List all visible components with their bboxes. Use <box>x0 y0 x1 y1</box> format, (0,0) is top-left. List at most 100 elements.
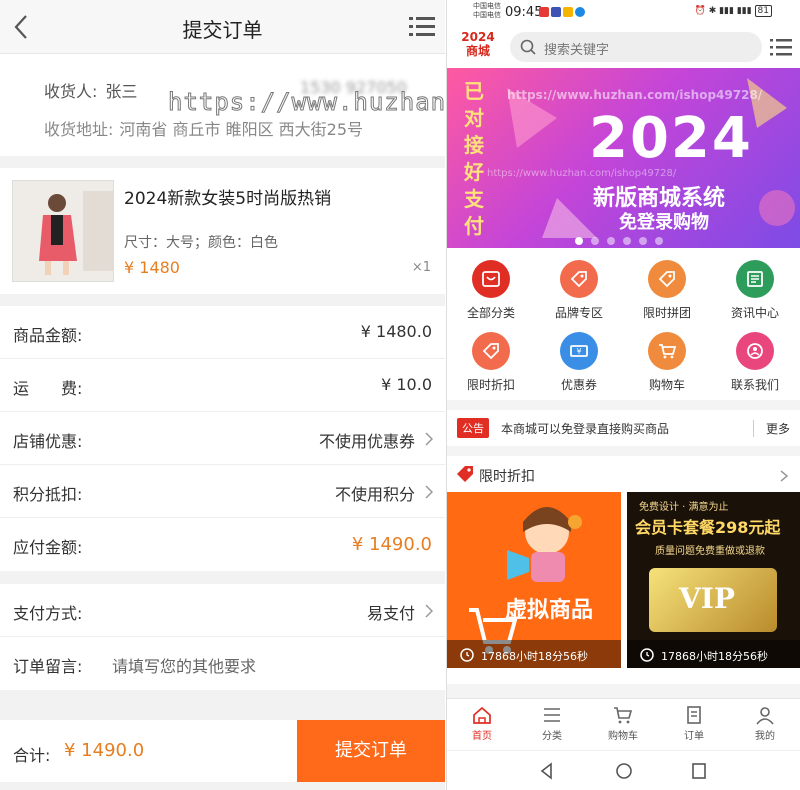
grid-item-cart[interactable]: 购物车 <box>623 332 711 393</box>
countdown-timer: 17868小时18分56秒 <box>627 640 800 668</box>
order-summary: 商品金额: ¥ 1480.0 运 费: ¥ 10.0 店铺优惠: 不使用优惠券 … <box>0 306 445 571</box>
address-value: 河南省 商丘市 睢阳区 西大街25号 <box>119 120 364 139</box>
vip-card-note: 质量问题免费重做或退款 <box>655 546 765 557</box>
coupon-value: 不使用优惠券 <box>318 432 415 451</box>
discount-icon <box>472 332 510 370</box>
product-image <box>12 180 114 282</box>
payment-method: 易支付 <box>366 604 415 623</box>
nav-back-icon[interactable] <box>539 762 555 780</box>
search-icon <box>520 39 536 55</box>
coupon-row[interactable]: 店铺优惠: 不使用优惠券 <box>0 412 445 465</box>
grid-item-all-categories[interactable]: 全部分类 <box>447 260 535 321</box>
promo-banner[interactable]: 已对接好支付 2024 新版商城系统 免登录购物 https://www.huz… <box>447 68 800 248</box>
search-placeholder: 搜索关键字 <box>544 43 610 58</box>
list-icon <box>544 708 560 722</box>
virtual-goods-label: 虚拟商品 <box>505 598 594 623</box>
banner-headline: 2024 <box>589 106 753 171</box>
product-card-vip[interactable]: 免费设计 · 满意为止 会员卡套餐298元起 质量问题免费重做或退款 VIP 1… <box>627 492 800 668</box>
goods-amount-row: 商品金额: ¥ 1480.0 <box>0 306 445 359</box>
banner-watermark: https://www.huzhan.com/ishop49728/ <box>507 88 763 102</box>
grid-item-group-buy[interactable]: 限时拼团 <box>623 260 711 321</box>
tab-orders[interactable]: 订单 <box>659 705 729 742</box>
address-line: 收货地址: 河南省 商丘市 睢阳区 西大街25号 <box>44 120 364 139</box>
nav-recent-icon[interactable] <box>691 762 707 780</box>
search-input[interactable]: 搜索关键字 <box>510 32 762 62</box>
menu-icon[interactable] <box>770 36 792 58</box>
total-label: 合计: <box>13 746 51 765</box>
order-submit-screen: 提交订单 收货人: 张三 1530 927050 收货地址: 河南省 商丘市 睢阳区… <box>0 0 445 790</box>
product-card-virtual[interactable]: 虚拟商品 17868小时18分56秒 <box>447 492 621 668</box>
carousel-dots[interactable] <box>575 230 671 248</box>
goods-amount: ¥ 1480.0 <box>360 322 432 341</box>
status-bar: 中国电信 中国电信 09:45 ⏰ ✱ ▮▮▮ ▮▮▮ 81 <box>447 0 800 26</box>
tag-icon <box>457 466 473 482</box>
grid-item-coupons[interactable]: ¥ 优惠券 <box>535 332 623 393</box>
battery-level: 81 <box>754 5 772 17</box>
menu-icon[interactable] <box>409 15 435 39</box>
system-nav-bar <box>447 750 800 790</box>
countdown-timer: 17868小时18分56秒 <box>447 640 621 668</box>
more-link[interactable]: 更多 <box>752 420 790 437</box>
flash-sale-section: 限时折扣 虚拟商品 17868小时18分56秒 免费设计 · 满意为止 会员卡套… <box>447 456 800 684</box>
chevron-right-icon <box>780 470 788 482</box>
product-spec: 尺寸：大号；颜色：白色 <box>124 235 278 251</box>
page-title: 提交订单 <box>182 18 263 42</box>
payable-amount: ¥ 1490.0 <box>351 534 432 555</box>
mall-home-screen: 中国电信 中国电信 09:45 ⏰ ✱ ▮▮▮ ▮▮▮ 81 2024 商城 搜索关… <box>446 0 800 790</box>
remark-row: 订单留言: 请填写您的其他要求 <box>0 637 445 690</box>
grid-item-contact[interactable]: 联系我们 <box>711 332 799 393</box>
mall-logo[interactable]: 2024 商城 <box>461 30 495 58</box>
banner-watermark-2: https://www.huzhan.com/ishop49728/ <box>487 168 677 179</box>
notification-icons <box>539 7 587 20</box>
total-amount: ¥ 1490.0 <box>64 740 145 761</box>
box-icon <box>472 260 510 298</box>
order-header: 提交订单 <box>0 0 445 54</box>
cart-icon <box>648 332 686 370</box>
tab-home[interactable]: 首页 <box>447 705 517 742</box>
vip-card-image: VIP <box>649 568 777 632</box>
coupon-icon: ¥ <box>560 332 598 370</box>
submit-order-button[interactable]: 提交订单 <box>297 720 445 782</box>
tab-category[interactable]: 分类 <box>517 705 587 742</box>
tab-profile[interactable]: 我的 <box>730 705 800 742</box>
points-row[interactable]: 积分抵扣: 不使用积分 <box>0 465 445 518</box>
points-value: 不使用积分 <box>334 485 415 504</box>
payment-section: 支付方式: 易支付 订单留言: 请填写您的其他要求 <box>0 584 445 690</box>
announcement-bar[interactable]: 公告 本商城可以免登录直接购买商品 更多 <box>447 410 800 446</box>
payment-method-row[interactable]: 支付方式: 易支付 <box>0 584 445 637</box>
grid-item-flash-sale[interactable]: 限时折扣 <box>447 332 535 393</box>
clock: 09:45 <box>505 5 543 20</box>
home-icon <box>473 706 491 724</box>
contact-icon <box>736 332 774 370</box>
svg-text:¥: ¥ <box>576 347 581 356</box>
tab-cart[interactable]: 购物车 <box>588 705 658 742</box>
flash-sale-header[interactable]: 限时折扣 <box>447 456 800 492</box>
bottom-tab-bar: 首页 分类 购物车 订单 我的 <box>447 698 800 750</box>
remark-input[interactable]: 请填写您的其他要求 <box>112 653 256 677</box>
checkout-bar: 合计: ¥ 1490.0 提交订单 <box>0 720 445 782</box>
nav-home-icon[interactable] <box>615 762 633 780</box>
flash-sale-title: 限时折扣 <box>479 469 535 485</box>
clock-icon <box>460 648 474 662</box>
product-card[interactable]: 2024新款女装5时尚版热销 尺寸：大号；颜色：白色 ¥ 1480 ×1 <box>0 168 445 294</box>
receiver-line: 收货人: 张三 <box>44 82 138 101</box>
product-name: 2024新款女装5时尚版热销 <box>124 189 332 209</box>
banner-vertical-text: 已对接好支付 <box>464 79 484 238</box>
vip-card-tagline: 免费设计 · 满意为止 <box>639 502 729 513</box>
grid-item-brands[interactable]: 品牌专区 <box>535 260 623 321</box>
product-qty: ×1 <box>411 260 431 275</box>
carrier: 中国电信 中国电信 <box>473 2 501 19</box>
announcement-tag: 公告 <box>457 418 489 438</box>
watermark: https://www.huzhan.com/ishop49728 <box>168 88 445 117</box>
mall-header: 2024 商城 搜索关键字 <box>447 26 800 68</box>
grid-item-news[interactable]: 资讯中心 <box>711 260 799 321</box>
tag-icon <box>648 260 686 298</box>
receiver-name: 张三 <box>105 82 138 101</box>
vip-card-title: 会员卡套餐298元起 <box>635 518 781 537</box>
shipping-row: 运 费: ¥ 10.0 <box>0 359 445 412</box>
shipping-fee: ¥ 10.0 <box>381 375 432 394</box>
chevron-right-icon <box>425 604 433 618</box>
announcement-text: 本商城可以免登录直接购买商品 <box>501 422 670 436</box>
chevron-right-icon <box>425 432 433 446</box>
news-icon <box>736 260 774 298</box>
